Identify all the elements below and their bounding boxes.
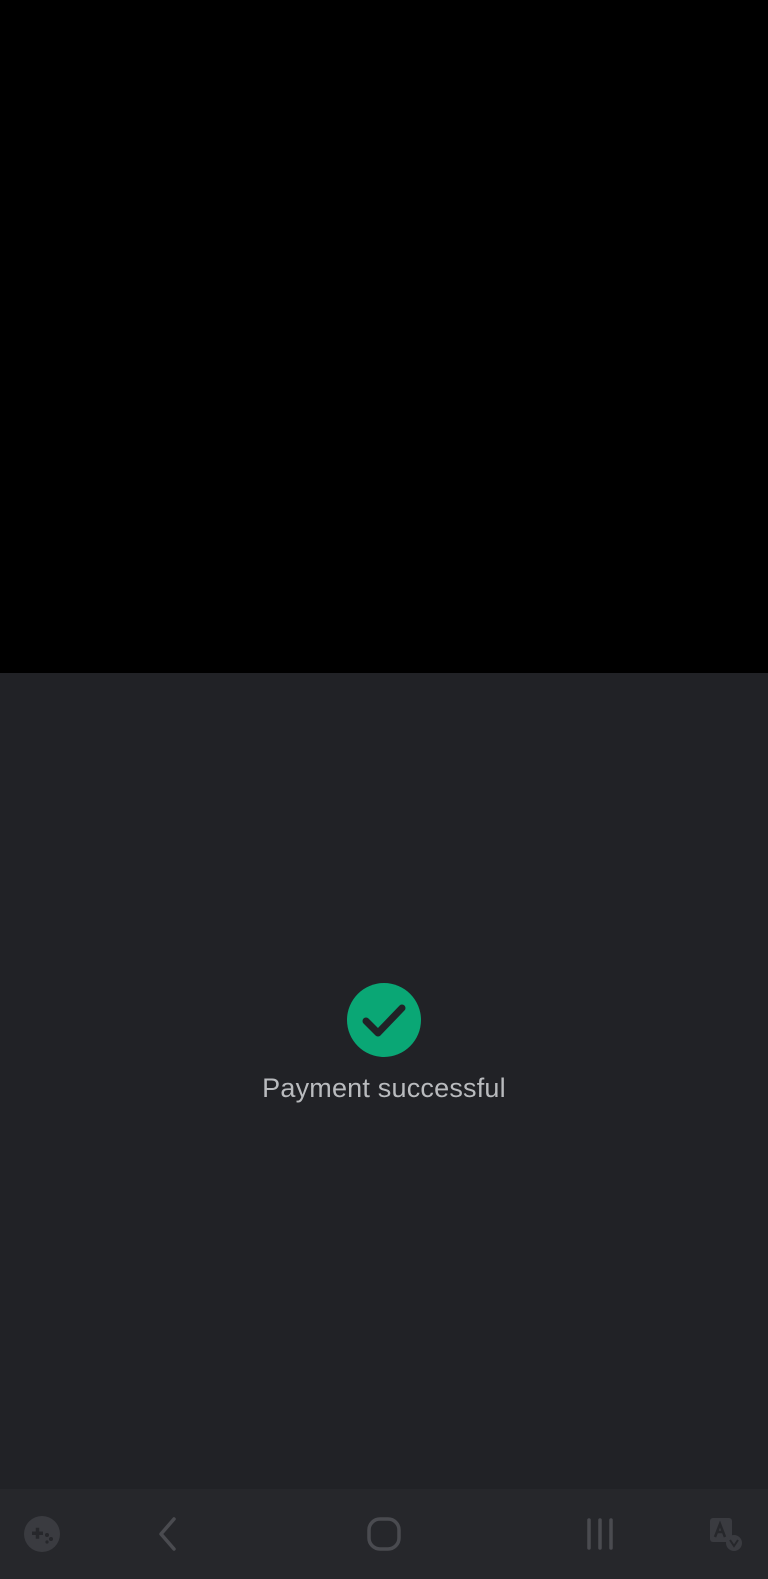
accessibility-button[interactable] [696,1489,756,1579]
back-button[interactable] [138,1489,198,1579]
payment-status: Payment successful [0,983,768,1104]
game-tools-button[interactable] [12,1489,72,1579]
three-lines-icon [587,1518,613,1550]
check-circle-icon [347,983,421,1057]
rounded-square-icon [367,1517,401,1551]
recents-button[interactable] [570,1489,630,1579]
gamepad-icon [24,1516,60,1552]
dimmed-backdrop [0,0,768,673]
chevron-left-icon [159,1517,176,1551]
person-assist-icon [710,1518,742,1551]
system-navigation-bar [0,1489,768,1579]
payment-status-text: Payment successful [262,1073,506,1103]
home-button[interactable] [354,1489,414,1579]
screen: Payment successful [0,0,768,1579]
payment-result-sheet: Payment successful [0,673,768,1489]
